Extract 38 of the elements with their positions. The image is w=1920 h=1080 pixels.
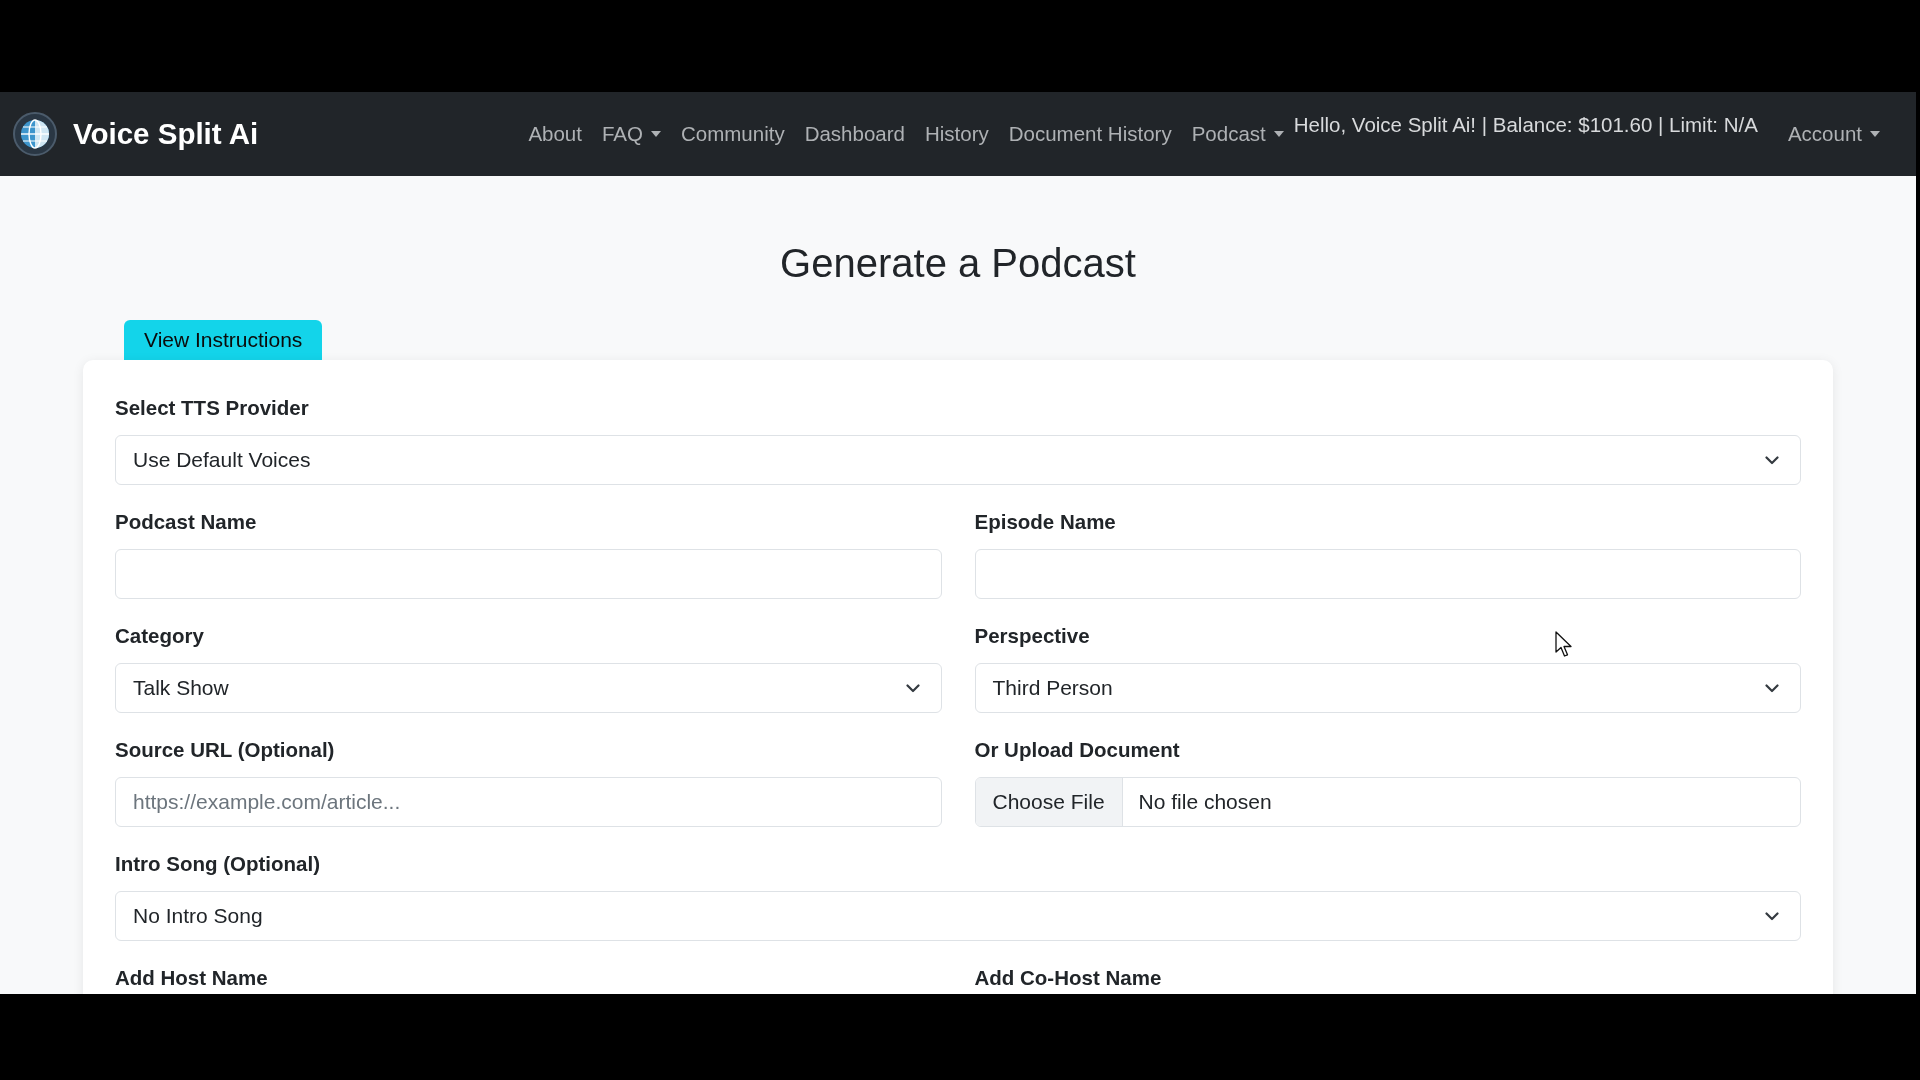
nav-link[interactable]: FAQ xyxy=(591,114,671,154)
field-label: Podcast Name xyxy=(115,510,257,534)
file-upload-field[interactable]: Choose File No file chosen xyxy=(974,777,1801,827)
chevron-down-icon xyxy=(1765,683,1779,693)
select-dropdown[interactable]: Talk Show xyxy=(115,663,942,713)
mouse-pointer-icon xyxy=(1555,631,1573,658)
nav-link[interactable]: Podcast xyxy=(1181,114,1294,154)
brand-link[interactable]: Voice Split Ai xyxy=(73,117,259,151)
nav-link[interactable]: Dashboard xyxy=(794,114,915,154)
field-label: Episode Name xyxy=(974,510,1116,534)
field-label: Source URL (Optional) xyxy=(115,738,335,762)
field-label: Category xyxy=(115,624,204,648)
field-label: Add Host Name xyxy=(115,966,268,990)
account-menu-link[interactable]: Account xyxy=(1777,114,1890,154)
field-label: Select TTS Provider xyxy=(115,396,309,420)
field-label: Or Upload Document xyxy=(974,738,1180,762)
file-status-text: No file chosen xyxy=(1137,790,1272,814)
select-dropdown[interactable]: Third Person xyxy=(974,663,1801,713)
text-input-field[interactable] xyxy=(974,549,1801,599)
nav-link[interactable]: Document History xyxy=(998,114,1182,154)
chevron-down-icon xyxy=(1765,455,1779,465)
page-title: Generate a Podcast xyxy=(780,240,1136,287)
text-input-field[interactable] xyxy=(115,549,942,599)
view-instructions-button[interactable]: View Instructions xyxy=(124,320,323,360)
globe-logo-icon xyxy=(13,112,57,156)
field-label: Perspective xyxy=(974,624,1090,648)
text-input-field[interactable]: https://example.com/article... xyxy=(115,777,942,827)
account-greeting: Hello, Voice Split Ai! | Balance: $101.60 | Limit: N/A xyxy=(1293,113,1758,137)
chevron-down-icon xyxy=(905,683,920,693)
nav-link[interactable]: Community xyxy=(670,114,795,154)
chevron-down-icon xyxy=(1765,911,1779,921)
nav-link[interactable]: History xyxy=(914,114,999,154)
nav-link[interactable]: About xyxy=(518,114,592,154)
field-label: Intro Song (Optional) xyxy=(115,852,320,876)
select-dropdown[interactable]: Use Default Voices xyxy=(115,435,1801,485)
field-label: Add Co-Host Name xyxy=(974,966,1162,990)
choose-file-button[interactable]: Choose File xyxy=(975,778,1123,826)
select-dropdown[interactable]: No Intro Song xyxy=(115,891,1801,941)
